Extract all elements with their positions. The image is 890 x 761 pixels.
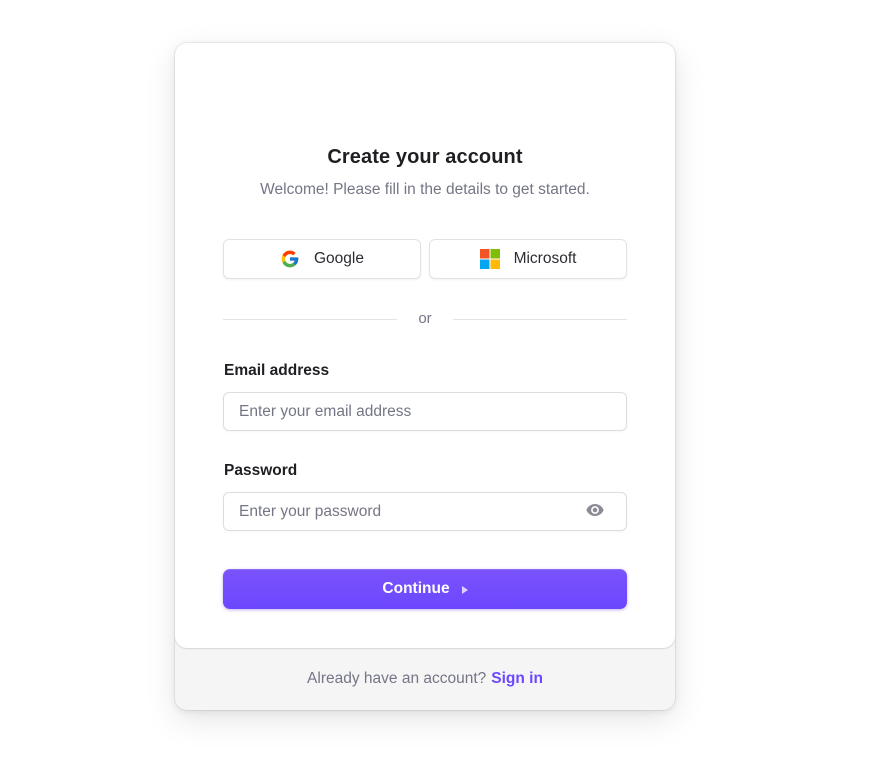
password-input[interactable] <box>223 492 627 531</box>
page-subtitle: Welcome! Please fill in the details to g… <box>260 181 590 198</box>
microsoft-button-label: Microsoft <box>513 250 577 267</box>
google-icon <box>280 249 300 269</box>
continue-button[interactable]: Continue <box>223 569 627 609</box>
continue-button-label: Continue <box>382 580 450 597</box>
eye-icon[interactable] <box>586 503 606 519</box>
page-title: Create your account <box>327 146 523 168</box>
email-input[interactable] <box>223 392 627 431</box>
google-button[interactable]: Google <box>223 239 421 279</box>
signup-card-body: Create your account Welcome! Please fill… <box>175 43 675 648</box>
email-label: Email address <box>224 362 330 379</box>
or-divider: or <box>223 309 627 331</box>
card-footer: Already have an account? Sign in <box>175 648 675 710</box>
sign-in-link[interactable]: Sign in <box>491 670 543 688</box>
divider-line-right <box>453 319 627 320</box>
social-buttons: Google Microsoft <box>223 239 627 279</box>
signup-card: Create your account Welcome! Please fill… <box>175 43 675 710</box>
password-label: Password <box>224 462 298 479</box>
microsoft-button[interactable]: Microsoft <box>429 239 627 279</box>
google-button-label: Google <box>314 250 364 267</box>
microsoft-icon <box>479 249 500 269</box>
play-arrow-icon <box>461 585 468 594</box>
footer-prompt: Already have an account? <box>307 670 487 687</box>
